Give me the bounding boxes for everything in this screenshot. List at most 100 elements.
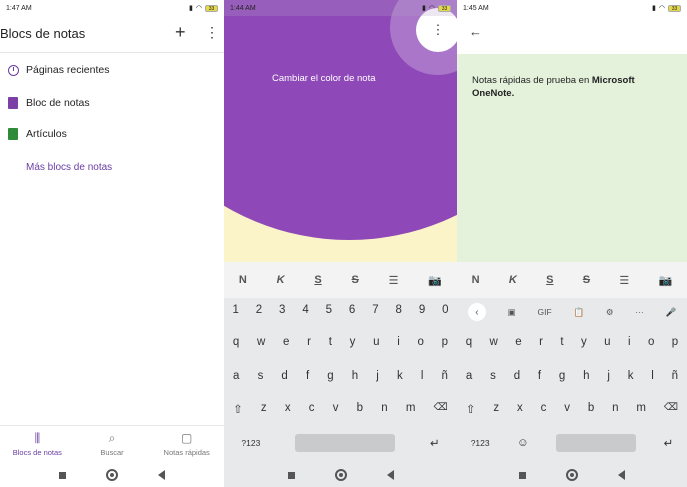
key[interactable]: m	[406, 402, 416, 416]
key[interactable]: m	[636, 402, 646, 416]
bold-button[interactable]: N	[239, 274, 247, 286]
recents-button[interactable]	[287, 471, 295, 479]
key[interactable]: 5	[326, 304, 332, 316]
key[interactable]: t	[329, 336, 332, 348]
key[interactable]: e	[515, 336, 521, 348]
key[interactable]: l	[651, 370, 654, 382]
key[interactable]: q	[466, 336, 472, 348]
key[interactable]: 3	[279, 304, 285, 316]
key[interactable]: u	[604, 336, 610, 348]
key[interactable]: r	[307, 336, 311, 348]
tab-notebooks[interactable]: ⫼ Blocs de notas	[0, 426, 75, 463]
recent-pages-item[interactable]: Páginas recientes	[0, 64, 109, 76]
key[interactable]: q	[233, 336, 239, 348]
key[interactable]: g	[559, 370, 565, 382]
back-button[interactable]	[386, 470, 394, 480]
bold-button[interactable]: N	[472, 274, 480, 286]
backspace-key[interactable]: ⌫	[434, 402, 448, 416]
key[interactable]: 8	[396, 304, 402, 316]
key[interactable]: s	[258, 370, 264, 382]
key[interactable]: 9	[419, 304, 425, 316]
key[interactable]: h	[352, 370, 358, 382]
italic-button[interactable]: K	[509, 274, 517, 286]
key[interactable]: x	[285, 402, 291, 416]
gif-button[interactable]: GIF	[537, 307, 551, 317]
back-arrow-icon[interactable]: ←	[469, 24, 482, 39]
key[interactable]: i	[628, 336, 631, 348]
key[interactable]: 0	[442, 304, 448, 316]
key[interactable]: f	[306, 370, 309, 382]
key[interactable]: j	[607, 370, 610, 382]
key[interactable]: d	[281, 370, 287, 382]
key[interactable]: 7	[372, 304, 378, 316]
key[interactable]: e	[283, 336, 289, 348]
camera-icon[interactable]: 📷	[659, 274, 673, 287]
recents-button[interactable]	[519, 471, 526, 479]
key[interactable]: p	[442, 336, 448, 348]
back-button[interactable]	[618, 470, 625, 480]
collapse-toolbar-button[interactable]: ‹	[467, 303, 486, 321]
sticker-icon[interactable]: ▣	[508, 307, 516, 318]
italic-button[interactable]: K	[277, 274, 285, 286]
note-text[interactable]: Notas rápidas de prueba en Microsoft One…	[472, 74, 677, 100]
key[interactable]: h	[583, 370, 589, 382]
enter-key[interactable]: ↵	[664, 436, 674, 450]
key[interactable]: r	[539, 336, 543, 348]
key[interactable]: o	[648, 336, 654, 348]
strikethrough-button[interactable]: S	[352, 274, 359, 286]
key[interactable]: a	[466, 370, 472, 382]
key[interactable]: l	[421, 370, 424, 382]
key[interactable]: y	[350, 336, 356, 348]
add-button[interactable]: +	[175, 22, 186, 43]
key[interactable]: 6	[349, 304, 355, 316]
tab-sticky-notes[interactable]: ▢ Notas rápidas	[149, 426, 224, 463]
space-key[interactable]	[295, 434, 396, 452]
back-button[interactable]	[158, 470, 165, 480]
key[interactable]: t	[560, 336, 563, 348]
key[interactable]: ñ	[672, 370, 678, 382]
recents-button[interactable]	[59, 471, 66, 479]
key[interactable]: w	[257, 336, 265, 348]
key[interactable]: 1	[232, 304, 238, 316]
strikethrough-button[interactable]: S	[583, 274, 590, 286]
emoji-key[interactable]: ☺	[517, 437, 529, 449]
tab-search[interactable]: ⌕ Buscar	[75, 426, 150, 463]
space-key[interactable]	[556, 434, 637, 452]
key[interactable]: s	[490, 370, 496, 382]
key[interactable]: x	[517, 402, 523, 416]
symbols-key[interactable]: ?123	[241, 438, 260, 448]
home-button[interactable]	[106, 469, 118, 481]
list-icon[interactable]: ☰	[619, 274, 629, 287]
key[interactable]: v	[333, 402, 339, 416]
key[interactable]: d	[514, 370, 520, 382]
camera-icon[interactable]: 📷	[428, 274, 442, 287]
symbols-key[interactable]: ?123	[471, 438, 490, 448]
key[interactable]: k	[397, 370, 403, 382]
notebook-item-articulos[interactable]: Artículos	[0, 128, 67, 140]
key[interactable]: g	[327, 370, 333, 382]
key[interactable]: p	[672, 336, 678, 348]
key[interactable]: w	[490, 336, 498, 348]
home-button[interactable]	[566, 469, 578, 481]
list-icon[interactable]: ☰	[389, 274, 399, 287]
key[interactable]: b	[357, 402, 363, 416]
backspace-key[interactable]: ⌫	[664, 402, 678, 416]
key[interactable]: n	[381, 402, 387, 416]
key[interactable]: 4	[302, 304, 308, 316]
key[interactable]: b	[588, 402, 594, 416]
shift-key[interactable]: ⇧	[233, 402, 243, 416]
key[interactable]: n	[612, 402, 618, 416]
key[interactable]: y	[581, 336, 587, 348]
key[interactable]: i	[397, 336, 400, 348]
key[interactable]: a	[233, 370, 239, 382]
key[interactable]: o	[418, 336, 424, 348]
more-icon[interactable]: ···	[635, 307, 644, 317]
key[interactable]: 2	[256, 304, 262, 316]
underline-button[interactable]: S	[314, 274, 321, 286]
more-options-button[interactable]: ⋮	[205, 24, 219, 41]
enter-key[interactable]: ↵	[430, 436, 440, 450]
key[interactable]: k	[628, 370, 634, 382]
key[interactable]: v	[564, 402, 570, 416]
home-button[interactable]	[334, 469, 347, 481]
notebook-item-bloc[interactable]: Bloc de notas	[0, 97, 90, 109]
